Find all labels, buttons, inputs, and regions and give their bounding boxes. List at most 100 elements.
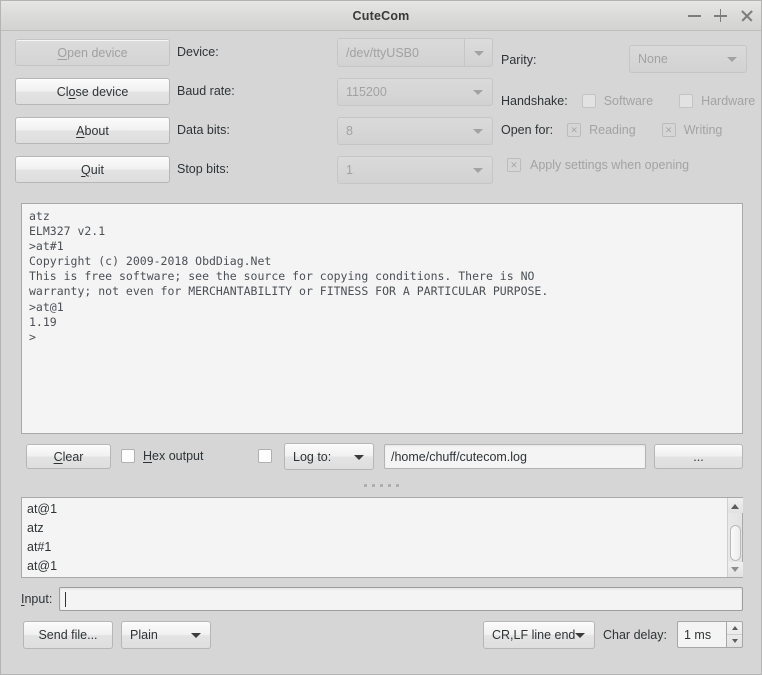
baud-rate-label: Baud rate: <box>177 84 235 98</box>
stop-bits-combobox[interactable]: 1 <box>337 156 493 184</box>
open-for-reading-label: Reading <box>589 123 636 137</box>
baud-rate-value: 115200 <box>346 85 387 99</box>
parity-value: None <box>638 52 668 66</box>
open-for-writing-label: Writing <box>683 123 723 137</box>
chevron-down-icon <box>575 633 585 638</box>
stop-bits-value: 1 <box>346 163 353 177</box>
scrollbar-track[interactable] <box>728 513 743 562</box>
data-bits-combobox[interactable]: 8 <box>337 117 493 145</box>
about-button[interactable]: About <box>15 117 170 144</box>
chevron-down-icon <box>191 633 201 638</box>
chevron-down-icon <box>473 90 483 95</box>
device-value[interactable]: /dev/ttyUSB0 <box>337 38 465 67</box>
scroll-down-icon[interactable] <box>727 562 743 577</box>
input-label: Input: <box>21 592 53 606</box>
list-item[interactable]: at@1 <box>27 500 727 519</box>
about-label: About <box>76 123 109 138</box>
char-delay-value[interactable]: 1 ms <box>677 621 726 648</box>
scroll-up-icon[interactable] <box>727 498 743 513</box>
spin-buttons <box>726 621 743 648</box>
quit-button[interactable]: Quit <box>15 156 170 183</box>
chevron-down-icon <box>354 454 364 460</box>
hex-output-label: Hex output <box>143 449 204 463</box>
open-device-button[interactable]: Open device <box>15 39 170 66</box>
clear-label: Clear <box>53 449 84 464</box>
input-field[interactable] <box>59 587 743 611</box>
close-device-button[interactable]: Close device <box>15 78 170 105</box>
open-device-label: Open device <box>57 45 128 60</box>
data-bits-label: Data bits: <box>177 123 230 137</box>
char-delay-label: Char delay: <box>603 628 667 642</box>
send-file-button[interactable]: Send file... <box>23 621 113 649</box>
clear-button[interactable]: Clear <box>26 444 111 469</box>
history-items: at@1 atz at#1 at@1 <box>22 498 727 577</box>
close-icon[interactable] <box>740 9 753 22</box>
cutecom-window: CuteCom Open device Close device About Q… <box>0 0 762 675</box>
splitter-handle[interactable] <box>1 479 761 491</box>
open-for-reading-checkbox[interactable] <box>567 123 582 137</box>
baud-rate-combobox[interactable]: 115200 <box>337 78 493 106</box>
browse-label: ... <box>693 449 704 464</box>
hex-output-group: Hex output <box>121 449 203 463</box>
open-for-group: Open for: Reading Writing <box>501 123 722 137</box>
handshake-label: Handshake: <box>501 94 568 108</box>
open-for-writing-checkbox[interactable] <box>661 123 676 137</box>
line-end-value: CR,LF line end <box>492 628 576 642</box>
history-scrollbar[interactable] <box>727 498 743 577</box>
open-for-label: Open for: <box>501 123 554 137</box>
splitter-dot <box>379 483 383 487</box>
splitter-dot <box>387 483 391 487</box>
close-device-label: Close device <box>56 84 129 99</box>
minimize-icon[interactable] <box>688 9 701 22</box>
device-label: Device: <box>177 45 219 59</box>
handshake-hardware-label: Hardware <box>701 94 756 108</box>
quit-label: Quit <box>81 162 104 177</box>
stop-bits-label: Stop bits: <box>177 162 230 176</box>
maximize-icon[interactable] <box>714 9 727 22</box>
list-item[interactable]: atz <box>27 519 727 538</box>
apply-settings-checkbox[interactable] <box>507 158 521 172</box>
list-item[interactable]: at#1 <box>27 538 727 557</box>
parity-combobox[interactable]: None <box>629 45 747 73</box>
log-enable-checkbox[interactable] <box>258 449 272 463</box>
scrollbar-thumb[interactable] <box>729 525 741 561</box>
command-history-list[interactable]: at@1 atz at#1 at@1 <box>21 497 743 578</box>
chevron-down-icon <box>473 168 483 173</box>
log-path-input[interactable]: /home/chuff/cutecom.log <box>384 444 646 469</box>
handshake-software-checkbox[interactable] <box>581 94 596 108</box>
device-dropdown-arrow-icon[interactable] <box>465 38 493 67</box>
protocol-value: Plain <box>130 628 158 642</box>
char-delay-spinbox[interactable]: 1 ms <box>677 621 743 648</box>
spin-down-icon[interactable] <box>727 634 742 647</box>
chevron-down-icon <box>473 129 483 134</box>
log-to-combobox[interactable]: Log to: <box>284 443 374 470</box>
splitter-dot <box>395 483 399 487</box>
log-to-label: Log to: <box>293 449 332 464</box>
browse-log-button[interactable]: ... <box>654 444 743 469</box>
protocol-combobox[interactable]: Plain <box>121 621 211 649</box>
terminal-output[interactable]: atz ELM327 v2.1 >at#1 Copyright (c) 2009… <box>21 203 743 434</box>
list-item[interactable]: at@1 <box>27 557 727 576</box>
send-file-label: Send file... <box>38 628 98 642</box>
apply-settings-label: Apply settings when opening <box>530 158 690 172</box>
handshake-group: Handshake: Software Hardware <box>501 94 755 108</box>
parity-label: Parity: <box>501 53 537 67</box>
splitter-dot <box>363 483 367 487</box>
splitter-dot <box>371 483 375 487</box>
title-bar: CuteCom <box>1 1 761 31</box>
handshake-software-label: Software <box>603 94 654 108</box>
window-title: CuteCom <box>352 8 410 23</box>
input-row: Input: <box>21 587 743 611</box>
spin-up-icon[interactable] <box>727 622 742 634</box>
chevron-down-icon <box>727 57 737 62</box>
device-combobox[interactable]: /dev/ttyUSB0 <box>337 38 493 67</box>
text-caret <box>65 592 67 607</box>
apply-settings-group: Apply settings when opening <box>507 158 689 172</box>
line-end-combobox[interactable]: CR,LF line end <box>483 621 595 649</box>
data-bits-value: 8 <box>346 124 353 138</box>
log-path-value: /home/chuff/cutecom.log <box>391 449 527 464</box>
terminal-text: atz ELM327 v2.1 >at#1 Copyright (c) 2009… <box>29 209 549 344</box>
window-controls <box>688 1 753 30</box>
handshake-hardware-checkbox[interactable] <box>679 94 694 108</box>
hex-output-checkbox[interactable] <box>121 449 135 463</box>
